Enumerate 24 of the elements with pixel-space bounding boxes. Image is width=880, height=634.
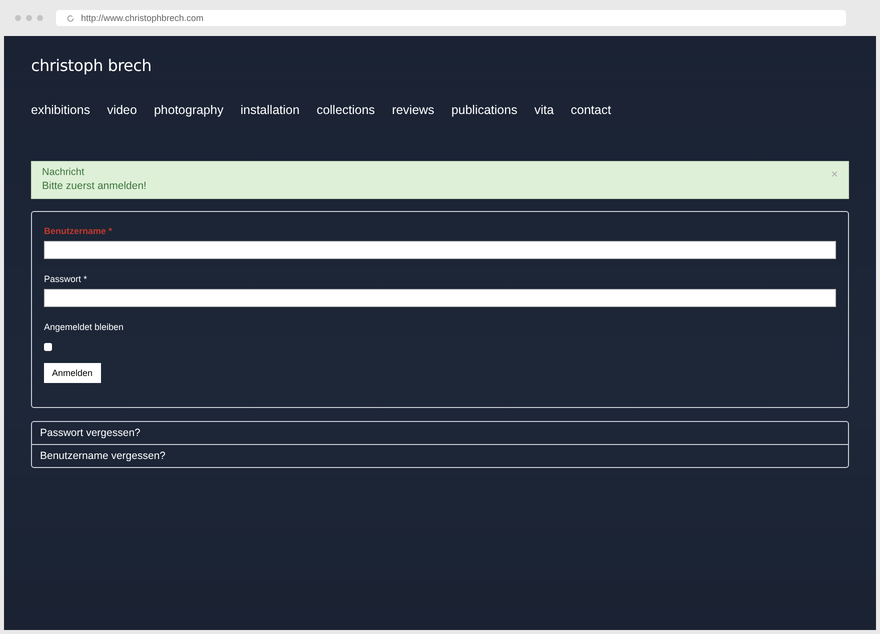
site-logo[interactable]: christoph brech xyxy=(31,56,152,75)
alert-heading: Nachricht xyxy=(42,167,84,178)
nav-link[interactable]: video xyxy=(107,103,137,117)
nav-link[interactable]: installation xyxy=(240,103,300,117)
forgot-link[interactable]: Benutzername vergessen? xyxy=(32,444,848,467)
field-label: Benutzername * xyxy=(44,226,112,236)
nav-link[interactable]: vita xyxy=(534,103,554,117)
nav-link[interactable]: publications xyxy=(451,103,518,117)
password-field[interactable] xyxy=(44,289,836,307)
window-controls-icon[interactable] xyxy=(14,14,44,22)
address-bar[interactable]: http://www.christophbrech.com xyxy=(56,10,846,26)
nav-link[interactable]: contact xyxy=(570,103,612,117)
alert-text: Bitte zuerst anmelden! xyxy=(42,180,146,192)
forgot-link[interactable]: Passwort vergessen? xyxy=(32,422,848,444)
field-label: Passwort * xyxy=(44,274,88,284)
username-field[interactable] xyxy=(44,241,836,259)
reload-icon[interactable] xyxy=(66,14,75,22)
nav-link[interactable]: reviews xyxy=(392,103,434,117)
checkbox-label: Angemeldet bleiben xyxy=(44,322,124,332)
remember-checkbox[interactable] xyxy=(44,343,52,351)
nav-link[interactable]: photography xyxy=(154,103,224,117)
nav-link[interactable]: collections xyxy=(316,103,375,117)
login-button[interactable]: Anmelden xyxy=(44,363,101,383)
nav-link[interactable]: exhibitions xyxy=(31,103,90,117)
